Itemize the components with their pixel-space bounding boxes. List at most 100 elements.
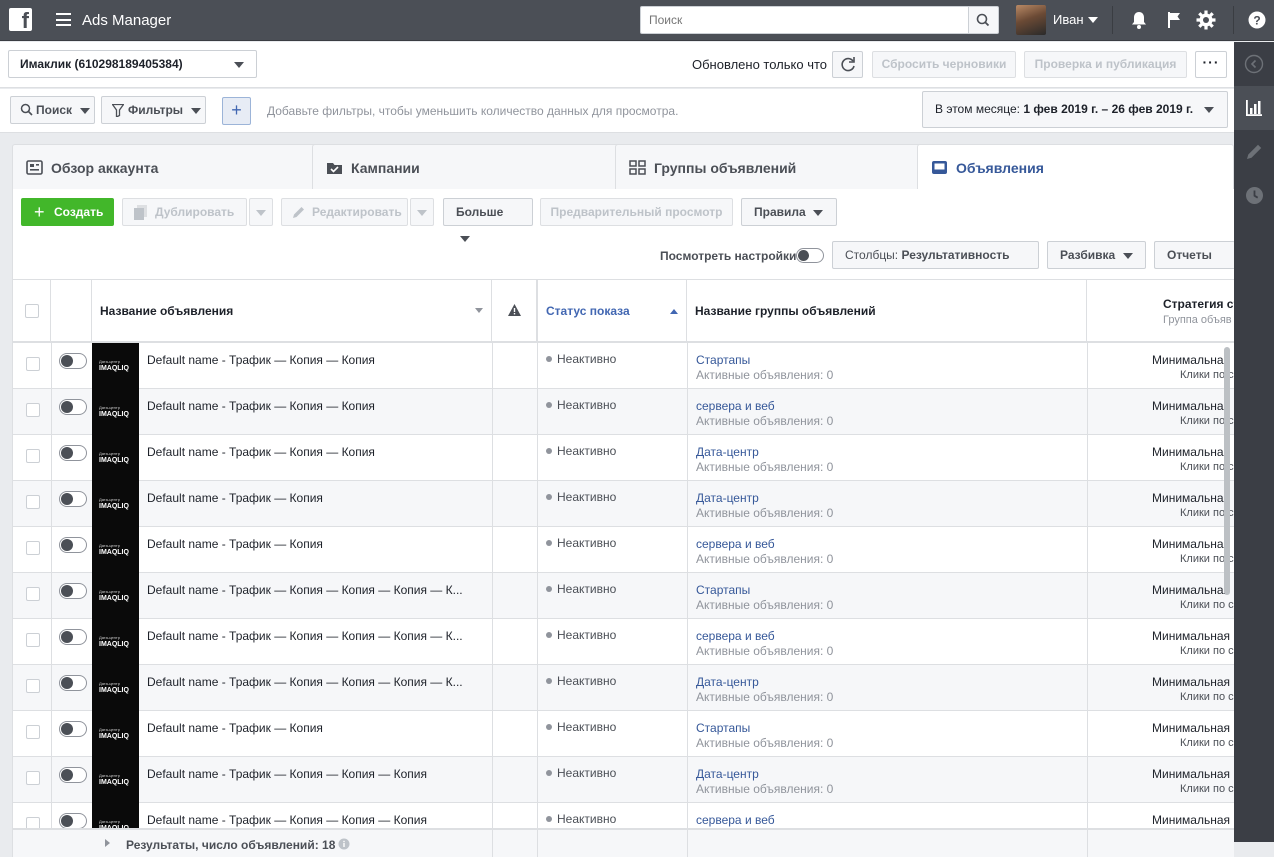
user-menu-caret-icon[interactable] bbox=[1088, 17, 1098, 23]
table-row[interactable]: Дата-центрIMAQLIQ Default name - Трафик … bbox=[13, 481, 1234, 527]
reports-button[interactable]: Отчеты bbox=[1154, 241, 1235, 285]
column-header-ad-name[interactable]: Название объявления bbox=[92, 280, 492, 342]
ad-status-toggle[interactable] bbox=[59, 675, 87, 691]
table-row[interactable]: Дата-центрIMAQLIQ Default name - Трафик … bbox=[13, 711, 1234, 757]
collapse-panel-button[interactable] bbox=[1234, 42, 1274, 86]
row-checkbox[interactable] bbox=[26, 587, 40, 601]
ad-status-toggle[interactable] bbox=[59, 491, 87, 507]
rules-button[interactable]: Правила bbox=[741, 198, 837, 226]
row-checkbox[interactable] bbox=[26, 679, 40, 693]
ad-thumbnail[interactable]: Дата-центрIMAQLIQ bbox=[92, 619, 139, 665]
ad-status-toggle[interactable] bbox=[59, 399, 87, 415]
notifications-bell-icon[interactable] bbox=[1128, 9, 1150, 31]
column-header-adset-name[interactable]: Название группы объявлений bbox=[687, 280, 1087, 342]
discard-drafts-button[interactable]: Сбросить черновики bbox=[872, 51, 1016, 78]
ad-name[interactable]: Default name - Трафик — Копия — Копия — … bbox=[147, 675, 463, 689]
history-panel-button[interactable] bbox=[1234, 174, 1274, 218]
date-range-picker[interactable]: В этом месяце: 1 фев 2019 г. – 26 фев 20… bbox=[922, 91, 1228, 128]
add-filter-button[interactable]: + bbox=[222, 97, 251, 125]
menu-icon[interactable] bbox=[56, 13, 71, 26]
table-row[interactable]: Дата-центрIMAQLIQ Default name - Трафик … bbox=[13, 619, 1234, 665]
ad-name[interactable]: Default name - Трафик — Копия — Копия bbox=[147, 353, 375, 367]
adset-link[interactable]: сервера и веб bbox=[696, 629, 775, 643]
ad-thumbnail[interactable]: Дата-центрIMAQLIQ bbox=[92, 481, 139, 527]
charts-panel-button[interactable] bbox=[1234, 86, 1274, 130]
ad-thumbnail[interactable]: Дата-центрIMAQLIQ bbox=[92, 343, 139, 389]
tab-ads[interactable]: Объявления bbox=[917, 144, 1234, 190]
info-icon[interactable] bbox=[338, 838, 350, 850]
ad-status-toggle[interactable] bbox=[59, 583, 87, 599]
ad-name[interactable]: Default name - Трафик — Копия bbox=[147, 721, 323, 735]
column-header-delivery[interactable]: Статус показа bbox=[537, 280, 687, 342]
duplicate-dropdown[interactable] bbox=[249, 198, 273, 226]
row-checkbox[interactable] bbox=[26, 495, 40, 509]
row-checkbox[interactable] bbox=[26, 725, 40, 739]
table-row[interactable]: Дата-центрIMAQLIQ Default name - Трафик … bbox=[13, 435, 1234, 481]
adset-link[interactable]: сервера и веб bbox=[696, 537, 775, 551]
table-row[interactable]: Дата-центрIMAQLIQ Default name - Трафик … bbox=[13, 665, 1234, 711]
column-header-warnings[interactable] bbox=[492, 280, 537, 342]
row-checkbox[interactable] bbox=[26, 771, 40, 785]
ad-name[interactable]: Default name - Трафик — Копия — Копия bbox=[147, 399, 375, 413]
columns-button[interactable]: Столбцы: Результативность bbox=[832, 241, 1039, 285]
ad-status-toggle[interactable] bbox=[59, 629, 87, 645]
table-row[interactable]: Дата-центрIMAQLIQ Default name - Трафик … bbox=[13, 527, 1234, 573]
review-publish-button[interactable]: Проверка и публикация bbox=[1024, 51, 1187, 78]
ad-thumbnail[interactable]: Дата-центрIMAQLIQ bbox=[92, 389, 139, 435]
row-checkbox[interactable] bbox=[26, 633, 40, 647]
more-options-button[interactable]: ··· bbox=[1195, 51, 1227, 78]
ad-name[interactable]: Default name - Трафик — Копия bbox=[147, 537, 323, 551]
table-row[interactable]: Дата-центрIMAQLIQ Default name - Трафик … bbox=[13, 757, 1234, 803]
settings-gear-icon[interactable] bbox=[1195, 9, 1217, 31]
user-name[interactable]: Иван bbox=[1053, 12, 1084, 27]
tab-campaigns[interactable]: Кампании bbox=[312, 144, 620, 190]
adset-link[interactable]: Стартапы bbox=[696, 583, 750, 597]
flag-icon[interactable] bbox=[1163, 9, 1185, 31]
ad-name[interactable]: Default name - Трафик — Копия — Копия — … bbox=[147, 767, 427, 781]
view-settings-toggle[interactable] bbox=[796, 248, 824, 263]
adset-link[interactable]: Дата-центр bbox=[696, 675, 759, 689]
table-row[interactable]: Дата-центрIMAQLIQ Default name - Трафик … bbox=[13, 343, 1234, 389]
adset-link[interactable]: Дата-центр bbox=[696, 445, 759, 459]
ad-thumbnail[interactable]: Дата-центрIMAQLIQ bbox=[92, 573, 139, 619]
adset-link[interactable]: Стартапы bbox=[696, 721, 750, 735]
ad-thumbnail[interactable]: Дата-центрIMAQLIQ bbox=[92, 711, 139, 757]
help-icon[interactable]: ? bbox=[1246, 9, 1268, 31]
ad-name[interactable]: Default name - Трафик — Копия bbox=[147, 491, 323, 505]
create-button[interactable]: + Создать bbox=[21, 198, 114, 226]
ad-status-toggle[interactable] bbox=[59, 445, 87, 461]
row-checkbox[interactable] bbox=[26, 403, 40, 417]
breakdown-button[interactable]: Разбивка bbox=[1047, 241, 1146, 269]
adset-link[interactable]: Дата-центр bbox=[696, 767, 759, 781]
adset-link[interactable]: сервера и веб bbox=[696, 813, 775, 827]
row-checkbox[interactable] bbox=[26, 541, 40, 555]
table-row[interactable]: Дата-центрIMAQLIQ Default name - Трафик … bbox=[13, 389, 1234, 435]
expand-chevron-icon[interactable] bbox=[105, 839, 110, 847]
ad-name[interactable]: Default name - Трафик — Копия — Копия — … bbox=[147, 813, 427, 827]
ad-status-toggle[interactable] bbox=[59, 767, 87, 783]
table-scrollbar[interactable] bbox=[1224, 347, 1230, 595]
filters-button[interactable]: Фильтры bbox=[101, 96, 206, 124]
ad-thumbnail[interactable]: Дата-центрIMAQLIQ bbox=[92, 435, 139, 481]
refresh-button[interactable] bbox=[832, 51, 863, 78]
adset-link[interactable]: сервера и веб bbox=[696, 399, 775, 413]
row-checkbox[interactable] bbox=[26, 357, 40, 371]
adset-link[interactable]: Стартапы bbox=[696, 353, 750, 367]
adset-link[interactable]: Дата-центр bbox=[696, 491, 759, 505]
edit-panel-button[interactable] bbox=[1234, 130, 1274, 174]
ad-name[interactable]: Default name - Трафик — Копия — Копия — … bbox=[147, 583, 463, 597]
edit-dropdown[interactable] bbox=[410, 198, 434, 226]
ad-thumbnail[interactable]: Дата-центрIMAQLIQ bbox=[92, 527, 139, 573]
ad-name[interactable]: Default name - Трафик — Копия — Копия bbox=[147, 445, 375, 459]
duplicate-button[interactable]: Дублировать bbox=[122, 198, 247, 226]
ad-status-toggle[interactable] bbox=[59, 721, 87, 737]
account-selector[interactable]: Имаклик (610298189405384) bbox=[8, 50, 257, 78]
search-filter-button[interactable]: Поиск bbox=[10, 96, 95, 124]
column-header-strategy[interactable]: Стратегия ст Группа объяв bbox=[1087, 280, 1234, 342]
ad-status-toggle[interactable] bbox=[59, 813, 87, 829]
ad-thumbnail[interactable]: Дата-центрIMAQLIQ bbox=[92, 757, 139, 803]
edit-button[interactable]: Редактировать bbox=[281, 198, 408, 226]
more-button[interactable]: Больше bbox=[443, 198, 533, 242]
ad-status-toggle[interactable] bbox=[59, 353, 87, 369]
search-input[interactable] bbox=[640, 6, 969, 34]
